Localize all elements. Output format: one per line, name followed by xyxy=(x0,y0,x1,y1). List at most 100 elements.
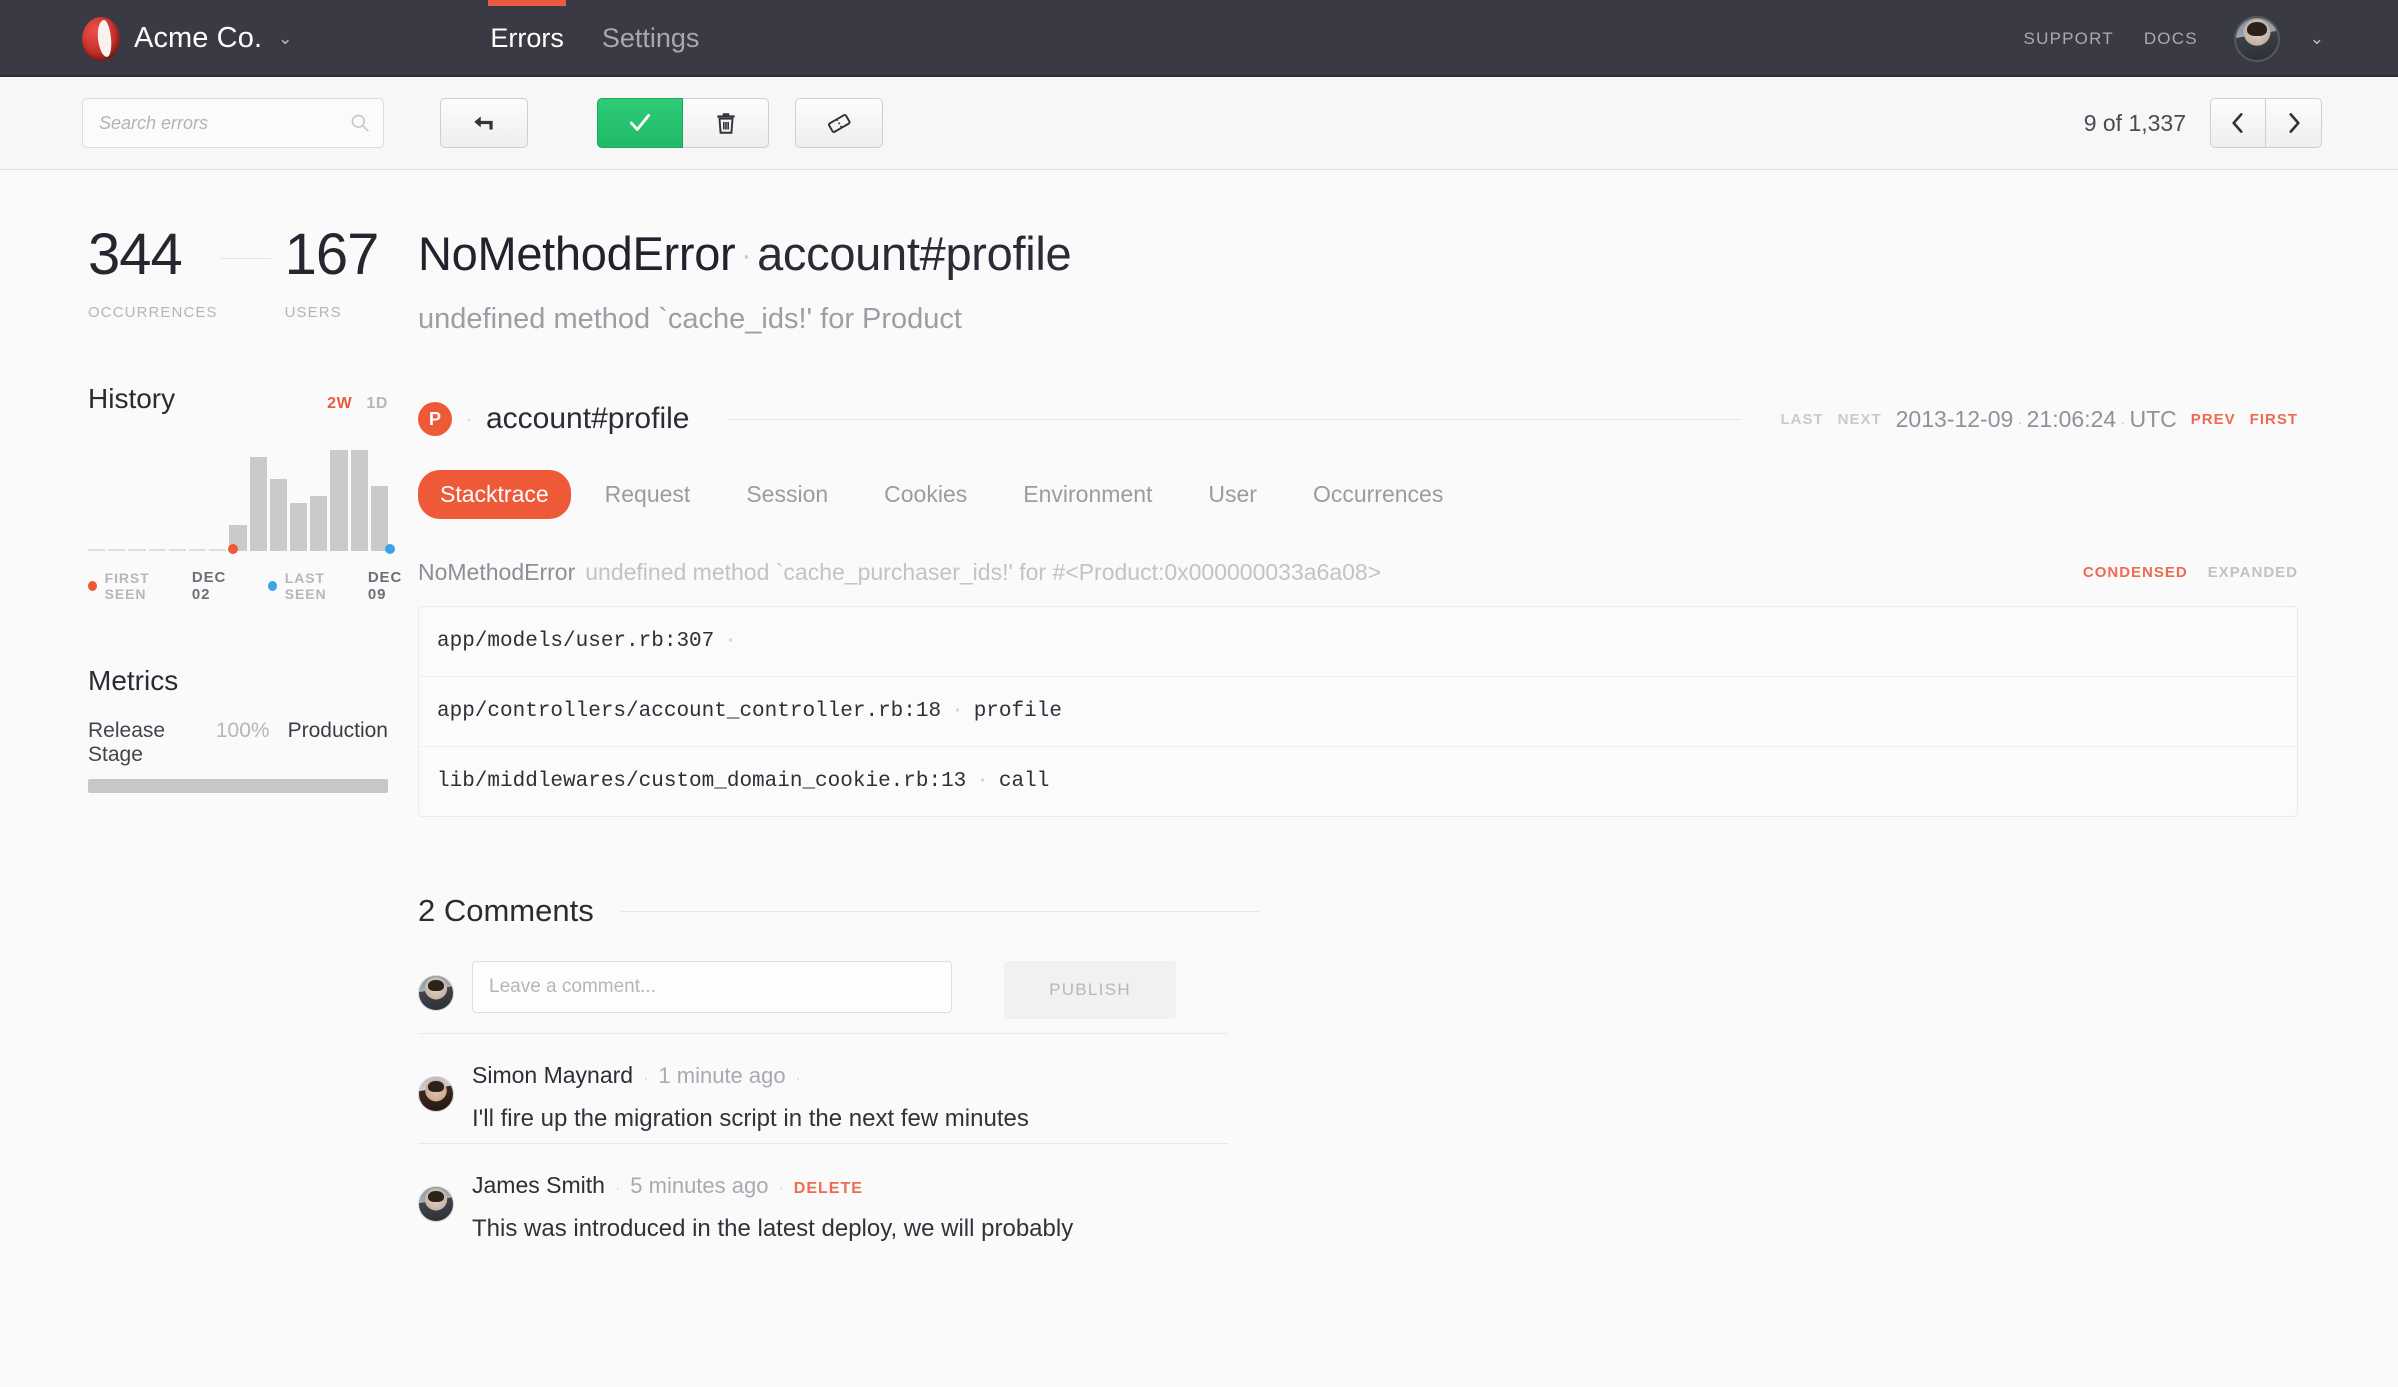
comment-meta: James Smith · 5 minutes ago · DELETE xyxy=(472,1172,1228,1199)
last-seen-dot-icon xyxy=(268,581,277,591)
comment-delete-button[interactable]: DELETE xyxy=(794,1180,863,1198)
detail-tabs: Stacktrace Request Session Cookies Envir… xyxy=(418,470,2298,519)
history-bar xyxy=(351,450,368,551)
history-bar xyxy=(128,549,145,551)
tab-request[interactable]: Request xyxy=(583,470,713,519)
event-timezone: UTC xyxy=(2130,406,2177,432)
history-range-options: 2W 1D xyxy=(327,395,388,413)
metric-name: Release Stage xyxy=(88,719,216,767)
history-chart xyxy=(88,437,388,551)
support-link[interactable]: SUPPORT xyxy=(2024,29,2114,49)
first-seen-marker xyxy=(228,544,238,554)
tab-session[interactable]: Session xyxy=(724,470,850,519)
event-nav-first[interactable]: FIRST xyxy=(2250,411,2298,428)
last-seen-marker xyxy=(385,544,395,554)
stat-divider xyxy=(221,258,270,259)
comment-item: Simon Maynard · 1 minute ago · I'll fire… xyxy=(418,1033,1228,1143)
comment-input[interactable] xyxy=(472,961,952,1013)
event-nav-prev[interactable]: PREV xyxy=(2191,411,2236,428)
history-bar xyxy=(108,549,125,551)
stacktrace-view-toggle: CONDENSED EXPANDED xyxy=(2083,564,2298,581)
main-nav-tabs: Errors Settings xyxy=(488,0,701,77)
chevron-down-icon[interactable]: ⌄ xyxy=(278,30,292,47)
stat-occurrences-label: OCCURRENCES xyxy=(88,304,221,321)
history-bar xyxy=(310,496,327,551)
comment-author: James Smith xyxy=(472,1172,605,1199)
comment-list: Simon Maynard · 1 minute ago · I'll fire… xyxy=(418,1033,1228,1253)
stacktrace-frame[interactable]: app/models/user.rb:307· xyxy=(419,607,2297,677)
history-bar xyxy=(169,549,186,551)
resolve-button[interactable] xyxy=(597,98,683,148)
tag-button[interactable] xyxy=(795,98,883,148)
last-seen-value: DEC 09 xyxy=(368,569,418,603)
company-logo-icon xyxy=(82,17,120,61)
metric-progress-fill xyxy=(88,779,388,793)
next-error-button[interactable] xyxy=(2266,98,2322,148)
event-nav-last[interactable]: LAST xyxy=(1780,411,1823,428)
stacktrace-frame[interactable]: lib/middlewares/custom_domain_cookie.rb:… xyxy=(419,747,2297,816)
legend-first-seen: FIRST SEEN DEC 02 xyxy=(88,569,242,603)
error-message: undefined method `cache_ids!' for Produc… xyxy=(418,303,2298,336)
event-date: 2013-12-09 xyxy=(1896,406,2014,432)
stacktrace-frames: app/models/user.rb:307· app/controllers/… xyxy=(418,606,2298,817)
comment-body: Simon Maynard · 1 minute ago · I'll fire… xyxy=(472,1062,1228,1133)
trash-icon xyxy=(713,110,739,136)
brand-name: Acme Co. xyxy=(134,22,262,55)
current-user-avatar xyxy=(418,975,454,1011)
check-icon xyxy=(627,110,653,136)
search-container xyxy=(82,98,384,148)
tab-stacktrace[interactable]: Stacktrace xyxy=(418,470,571,519)
chevron-left-icon xyxy=(2225,110,2251,136)
previous-error-button[interactable] xyxy=(2210,98,2266,148)
undo-button[interactable] xyxy=(440,98,528,148)
comment-separator: · xyxy=(643,1070,648,1088)
view-condensed[interactable]: CONDENSED xyxy=(2083,564,2188,581)
nav-tab-settings[interactable]: Settings xyxy=(600,0,702,77)
nav-tab-errors[interactable]: Errors xyxy=(488,0,566,77)
comment-meta: Simon Maynard · 1 minute ago · xyxy=(472,1062,1228,1089)
event-context: account#profile xyxy=(486,402,689,436)
history-bar xyxy=(209,549,226,551)
comment-separator: · xyxy=(796,1070,801,1088)
history-chart-bars xyxy=(88,443,388,551)
metric-value: Production xyxy=(288,719,388,743)
comment-text: This was introduced in the latest deploy… xyxy=(472,1215,1228,1243)
chevron-down-icon[interactable]: ⌄ xyxy=(2310,29,2324,49)
stacktrace-frame[interactable]: app/controllers/account_controller.rb:18… xyxy=(419,677,2297,747)
severity-badge: P xyxy=(418,402,452,436)
range-2w[interactable]: 2W xyxy=(327,395,352,413)
comment-text: I'll fire up the migration script in the… xyxy=(472,1105,1228,1133)
metric-percent: 100% xyxy=(216,719,270,743)
event-divider xyxy=(729,419,1740,420)
comment-separator: · xyxy=(778,1180,783,1198)
stats-row: 344 OCCURRENCES 167 USERS xyxy=(88,226,418,321)
comment-item: James Smith · 5 minutes ago · DELETE Thi… xyxy=(418,1143,1228,1253)
tab-user[interactable]: User xyxy=(1186,470,1279,519)
docs-link[interactable]: DOCS xyxy=(2144,29,2198,49)
undo-arrow-icon xyxy=(471,110,497,136)
tab-environment[interactable]: Environment xyxy=(1001,470,1174,519)
nav-tab-errors-label: Errors xyxy=(490,23,564,54)
view-expanded[interactable]: EXPANDED xyxy=(2208,564,2298,581)
brand-selector[interactable]: Acme Co. ⌄ xyxy=(82,17,292,61)
history-bar xyxy=(270,479,287,551)
tab-cookies[interactable]: Cookies xyxy=(862,470,989,519)
metric-row: Release Stage 100% Production xyxy=(88,719,388,767)
history-bar xyxy=(88,549,105,551)
publish-button[interactable]: PUBLISH xyxy=(1004,961,1176,1019)
comment-separator: · xyxy=(615,1180,620,1198)
frame-file: app/models/user.rb:307 xyxy=(437,630,714,653)
range-1d[interactable]: 1D xyxy=(366,395,388,413)
tab-occurrences[interactable]: Occurrences xyxy=(1291,470,1465,519)
user-avatar[interactable] xyxy=(2234,16,2280,62)
undo-button-group xyxy=(440,98,528,148)
stat-occurrences: 344 OCCURRENCES xyxy=(88,226,221,321)
comment-form: PUBLISH xyxy=(418,961,2298,1019)
delete-button[interactable] xyxy=(683,98,769,148)
event-nav-next[interactable]: NEXT xyxy=(1838,411,1882,428)
metrics-title: Metrics xyxy=(88,665,418,697)
search-input[interactable] xyxy=(82,98,384,148)
stat-users: 167 USERS xyxy=(285,226,418,321)
pager-buttons xyxy=(2210,98,2322,148)
page-title: NoMethodError·account#profile xyxy=(418,226,2298,281)
